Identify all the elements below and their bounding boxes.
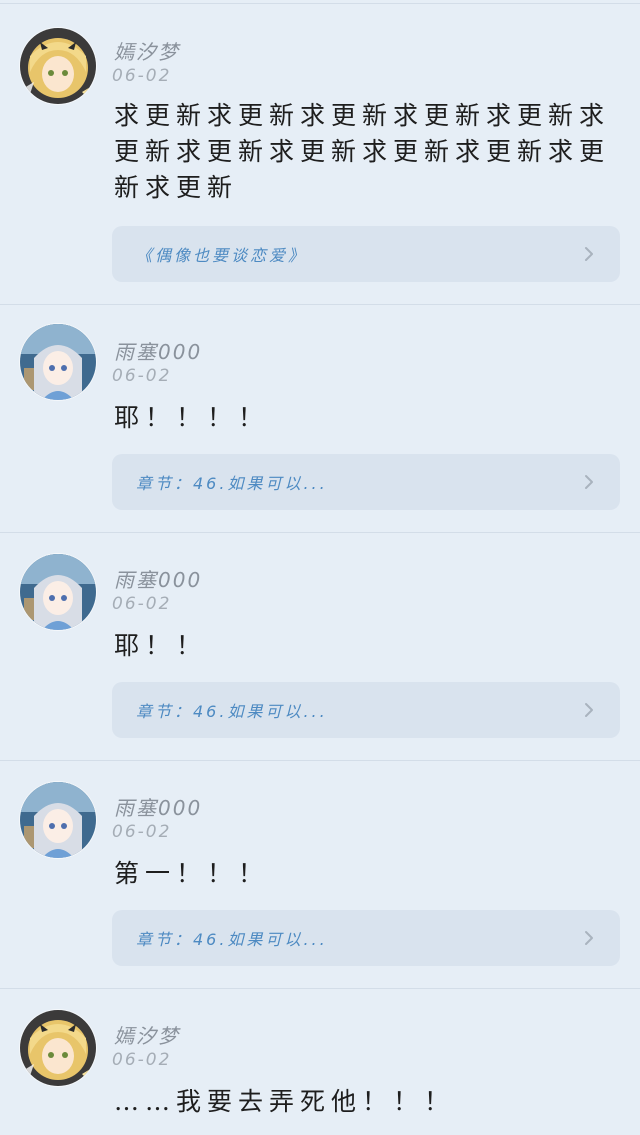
username[interactable]: 雨塞000 xyxy=(114,792,202,821)
chevron-right-icon xyxy=(585,931,593,945)
divider xyxy=(0,988,640,989)
comment-text: 第一！！！ xyxy=(114,859,270,888)
avatar[interactable] xyxy=(20,782,96,858)
divider xyxy=(0,304,640,305)
username[interactable]: 嫣汐梦 xyxy=(114,1020,180,1049)
comment-text: 求更新求更新求更新求更新求更新求更新求更新求更新求更新求更新求更新求更新 xyxy=(114,101,611,202)
username[interactable]: 雨塞000 xyxy=(114,564,202,593)
avatar[interactable] xyxy=(20,1010,96,1086)
chapter-link-card[interactable]: 章节：46.如果可以... xyxy=(112,682,620,738)
comment-date: 06-02 xyxy=(112,822,172,842)
comment-date: 06-02 xyxy=(112,366,172,386)
comment-date: 06-02 xyxy=(112,594,172,614)
comment-date: 06-02 xyxy=(112,66,172,86)
chapter-link-card[interactable]: 章节：46.如果可以... xyxy=(112,454,620,510)
comment-text: ……我要去弄死他！！！ xyxy=(114,1087,456,1116)
comment-text: 耶！！ xyxy=(114,631,208,660)
top-divider xyxy=(0,3,640,4)
username[interactable]: 嫣汐梦 xyxy=(114,36,180,65)
divider xyxy=(0,532,640,533)
chapter-link-card[interactable]: 章节：46.如果可以... xyxy=(112,910,620,966)
avatar[interactable] xyxy=(20,324,96,400)
username[interactable]: 雨塞000 xyxy=(114,336,202,365)
chapter-link-label: 章节：46.如果可以... xyxy=(136,702,328,721)
chapter-link-label: 章节：46.如果可以... xyxy=(136,474,328,493)
divider xyxy=(0,760,640,761)
avatar[interactable] xyxy=(20,28,96,104)
chevron-right-icon xyxy=(585,703,593,717)
book-link-card[interactable]: 《偶像也要谈恋爱》 xyxy=(112,226,620,282)
avatar[interactable] xyxy=(20,554,96,630)
chevron-right-icon xyxy=(585,247,593,261)
chevron-right-icon xyxy=(585,475,593,489)
chapter-link-label: 章节：46.如果可以... xyxy=(136,930,328,949)
comment-date: 06-02 xyxy=(112,1050,172,1070)
book-link-label: 《偶像也要谈恋爱》 xyxy=(136,246,308,265)
comment-text: 耶！！！！ xyxy=(114,403,270,432)
